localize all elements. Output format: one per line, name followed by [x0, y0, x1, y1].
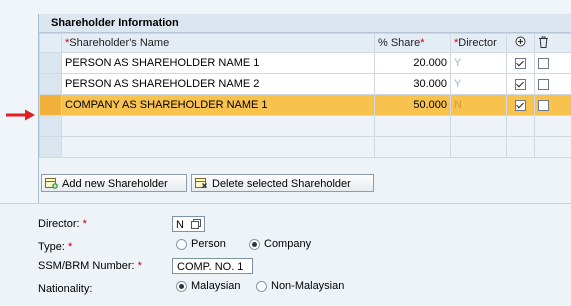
add-checkbox-cell[interactable]: [506, 73, 535, 95]
empty-cell: [534, 115, 571, 137]
radio-malaysian[interactable]: Malaysian: [176, 276, 241, 296]
value-help-icon[interactable]: [191, 219, 201, 229]
trash-icon: [539, 36, 548, 48]
share-cell[interactable]: 20.000: [374, 52, 451, 74]
table-row-empty: [39, 136, 571, 158]
empty-cell: [450, 136, 507, 158]
table-header-row: *Shareholder's Name % Share* *Director: [39, 33, 571, 53]
delete-checkbox-cell[interactable]: [534, 52, 571, 74]
nationality-label: Nationality:: [38, 283, 93, 295]
section-title: Shareholder Information: [39, 14, 571, 33]
empty-cell: [506, 136, 535, 158]
director-cell: Y: [450, 73, 507, 95]
delete-shareholder-button[interactable]: Delete selected Shareholder: [191, 174, 374, 192]
empty-cell: [450, 115, 507, 137]
row-selector[interactable]: [39, 94, 62, 116]
select-all-header[interactable]: [39, 33, 62, 53]
radio-button[interactable]: [176, 280, 187, 292]
header-director[interactable]: *Director: [450, 33, 507, 53]
ssm-number-input[interactable]: COMP. NO. 1: [172, 258, 253, 274]
table-row[interactable]: PERSON AS SHAREHOLDER NAME 2 30.000 Y: [39, 73, 571, 95]
radio-button[interactable]: [176, 238, 187, 250]
shareholder-name-cell[interactable]: PERSON AS SHAREHOLDER NAME 1: [61, 52, 375, 74]
row-selector[interactable]: [39, 73, 62, 95]
row-delete-checkbox[interactable]: [538, 78, 549, 90]
delete-checkbox-cell[interactable]: [534, 94, 571, 116]
row-selector: [39, 136, 62, 158]
radio-person[interactable]: Person: [176, 234, 226, 254]
director-cell: N: [450, 94, 507, 116]
empty-cell: [374, 136, 451, 158]
share-cell[interactable]: 50.000: [374, 94, 451, 116]
section-divider: [0, 203, 571, 204]
add-checkbox-cell[interactable]: [506, 94, 535, 116]
add-shareholder-button[interactable]: Add new Shareholder: [41, 174, 187, 192]
table-row-selected[interactable]: COMPANY AS SHAREHOLDER NAME 1 50.000 N: [39, 94, 571, 116]
empty-cell: [534, 136, 571, 158]
radio-company[interactable]: Company: [249, 234, 311, 254]
shareholder-panel: Shareholder Information *Shareholder's N…: [0, 0, 571, 203]
director-field[interactable]: N: [172, 216, 205, 232]
row-checkbox[interactable]: [515, 99, 526, 111]
add-circle-icon: [515, 36, 526, 47]
director-label: Director: *: [38, 218, 87, 230]
row-delete-checkbox[interactable]: [538, 57, 549, 69]
shareholder-table: *Shareholder's Name % Share* *Director P…: [39, 33, 571, 158]
row-selector: [39, 115, 62, 137]
header-shareholder-name[interactable]: *Shareholder's Name: [61, 33, 375, 53]
delete-checkbox-cell[interactable]: [534, 73, 571, 95]
header-delete-column[interactable]: [534, 33, 571, 53]
table-row-empty: [39, 115, 571, 137]
shareholder-name-cell[interactable]: PERSON AS SHAREHOLDER NAME 2: [61, 73, 375, 95]
empty-cell: [61, 115, 375, 137]
radio-non-malaysian[interactable]: Non-Malaysian: [256, 276, 344, 296]
header-add-column[interactable]: [506, 33, 535, 53]
type-label: Type: *: [38, 241, 73, 253]
add-checkbox-cell[interactable]: [506, 52, 535, 74]
shareholder-section: Shareholder Information *Shareholder's N…: [38, 14, 571, 203]
row-checkbox[interactable]: [515, 78, 526, 90]
delete-row-icon: [195, 178, 207, 188]
row-delete-checkbox[interactable]: [538, 99, 549, 111]
empty-cell: [374, 115, 451, 137]
row-checkbox[interactable]: [515, 57, 526, 69]
row-selector[interactable]: [39, 52, 62, 74]
radio-button[interactable]: [256, 280, 267, 292]
share-cell[interactable]: 30.000: [374, 73, 451, 95]
table-row[interactable]: PERSON AS SHAREHOLDER NAME 1 20.000 Y: [39, 52, 571, 74]
red-arrow-icon: [6, 109, 35, 121]
empty-cell: [506, 115, 535, 137]
shareholder-name-cell[interactable]: COMPANY AS SHAREHOLDER NAME 1: [61, 94, 375, 116]
empty-cell: [61, 136, 375, 158]
header-share[interactable]: % Share*: [374, 33, 451, 53]
radio-button[interactable]: [249, 238, 260, 250]
add-row-icon: [45, 178, 58, 189]
director-cell: Y: [450, 52, 507, 74]
ssm-label: SSM/BRM Number: *: [38, 260, 142, 272]
